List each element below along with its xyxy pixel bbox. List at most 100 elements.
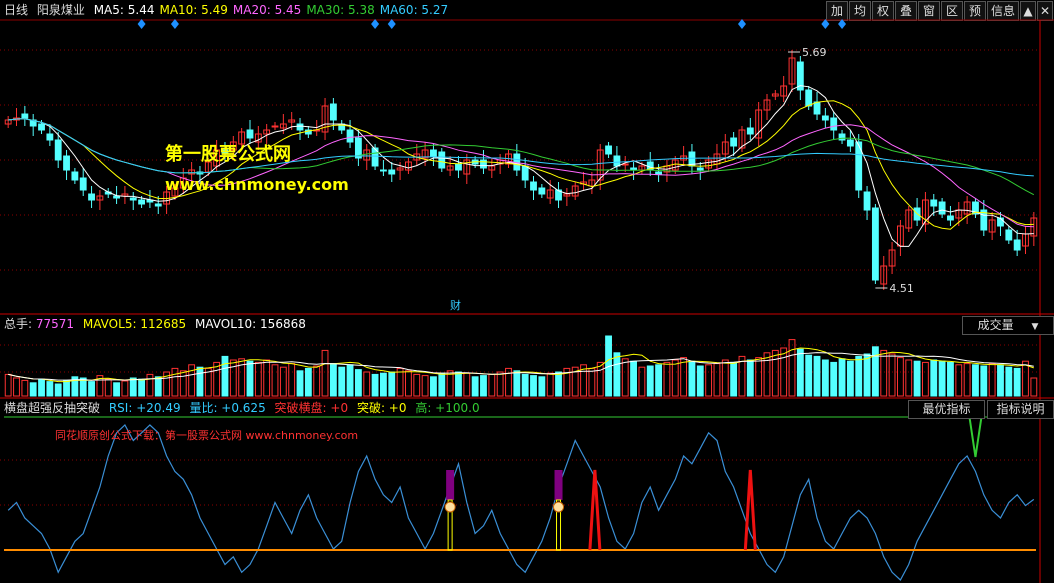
volume-bar-down <box>972 364 979 397</box>
volume-bar-up <box>505 367 512 397</box>
volume-bar-up <box>546 372 554 397</box>
ma20-line <box>8 118 1034 228</box>
volume-bar-up <box>621 358 629 397</box>
volume-bar-up <box>413 373 421 397</box>
candle-down <box>997 217 1004 227</box>
candle-down <box>863 191 871 211</box>
volume-bar-down <box>430 376 437 397</box>
candle-down <box>830 117 838 131</box>
volume-bar-down <box>913 360 921 397</box>
volume-bar-up <box>755 357 763 397</box>
volume-bar-down <box>646 365 654 397</box>
volume-bar-up <box>179 370 187 397</box>
volume-bar-up <box>254 361 262 397</box>
candle-down <box>1005 229 1013 241</box>
volume-bar-down <box>388 371 396 397</box>
volume-bar-up <box>171 367 179 397</box>
volume-bar-down <box>438 372 446 397</box>
indicator-liangbi: 量比: +0.625 <box>189 401 266 415</box>
financial-report-marker: 财 <box>450 298 461 312</box>
volume-bar-down <box>796 348 804 397</box>
volume-bar-down <box>871 346 879 397</box>
volume-bar-up <box>21 379 29 397</box>
vol-total-value: 77571 <box>35 317 75 331</box>
candle-down <box>438 151 446 169</box>
volume-bar-down <box>746 359 754 397</box>
candle-down <box>930 199 938 207</box>
candle-down <box>346 129 354 143</box>
volume-bar-down <box>379 372 387 397</box>
candle-down <box>430 149 437 157</box>
best-indicator-button[interactable]: 最优指标 <box>908 400 985 419</box>
candle-down <box>696 167 704 171</box>
candle-down <box>296 123 304 131</box>
volume-bar-down <box>813 355 821 397</box>
ma10-line <box>8 100 1034 230</box>
volume-bar-down <box>930 359 938 397</box>
candle-down <box>630 167 637 171</box>
candle-down <box>1013 239 1021 251</box>
ma60-line <box>8 118 1034 177</box>
chevron-down-icon: ▼ <box>1031 322 1039 332</box>
volume-bar-down <box>371 373 379 397</box>
candle-down <box>154 203 162 207</box>
volume-bar-up <box>146 373 154 397</box>
signal-figure <box>446 470 455 500</box>
ma30-line <box>8 118 1035 196</box>
volume-bar-down <box>246 360 254 397</box>
candle-down <box>821 115 829 121</box>
watermark-title: 第一股票公式网 <box>165 144 291 165</box>
volume-bar-down <box>471 376 479 397</box>
candle-down <box>613 155 621 167</box>
volume-bar-down <box>938 360 946 397</box>
indicator-explain-button[interactable]: 指标说明 <box>987 400 1054 419</box>
volume-bar-up <box>279 366 287 397</box>
candle-down <box>246 129 254 139</box>
indicator-gao: 高: +100.0 <box>415 401 480 415</box>
volume-bar-up <box>788 339 796 397</box>
breakout-red-spike <box>743 469 757 551</box>
low-price-label: 4.51 <box>889 282 914 295</box>
volume-bar-up <box>496 371 504 397</box>
chart-canvas[interactable]: 5.69 4.51 财 <box>0 0 1054 583</box>
volume-bar-down <box>655 364 663 397</box>
candlestick-series <box>4 50 1038 290</box>
volume-bar-down <box>296 370 304 397</box>
volume-selector[interactable]: 成交量 ▼ <box>962 316 1054 335</box>
signal-figure <box>554 470 563 500</box>
volume-bar-up <box>4 373 12 397</box>
indicator-name[interactable]: 横盘超强反抽突破 <box>4 401 100 415</box>
candle-down <box>388 169 396 175</box>
volume-bar-down <box>555 371 562 397</box>
volume-bar-up <box>463 372 471 397</box>
volume-bar-down <box>29 382 37 397</box>
volume-bar-up <box>588 367 596 397</box>
volume-bar-up <box>321 349 329 397</box>
volume-bar-up <box>663 361 671 397</box>
candle-down <box>54 139 62 161</box>
volume-bar-up <box>905 359 913 397</box>
volume-bar-down <box>513 370 521 397</box>
volume-bar-down <box>947 361 954 397</box>
volume-bar-up <box>671 359 679 397</box>
volume-bar-up <box>780 347 788 397</box>
volume-bar-down <box>688 360 696 397</box>
volume-bar-up <box>896 357 904 397</box>
mavol10-label: MAVOL10: <box>194 317 257 331</box>
volume-bar-down <box>855 355 863 397</box>
volume-bar-down <box>354 369 362 397</box>
candle-down <box>38 123 45 131</box>
signal-coin-icon <box>553 501 565 513</box>
volume-bar-down <box>480 375 487 397</box>
candle-down <box>538 187 546 195</box>
volume-bar-up <box>271 364 279 397</box>
candle-down <box>329 103 337 121</box>
mavol10-line <box>8 352 1034 381</box>
mavol5-line <box>8 347 1034 383</box>
ma5-line <box>8 85 1034 247</box>
volume-bar-down <box>846 360 854 397</box>
volume-bar-up <box>405 370 412 397</box>
high-signal-spike <box>968 416 983 458</box>
candle-up <box>271 125 279 128</box>
volume-bar-up <box>488 373 496 397</box>
